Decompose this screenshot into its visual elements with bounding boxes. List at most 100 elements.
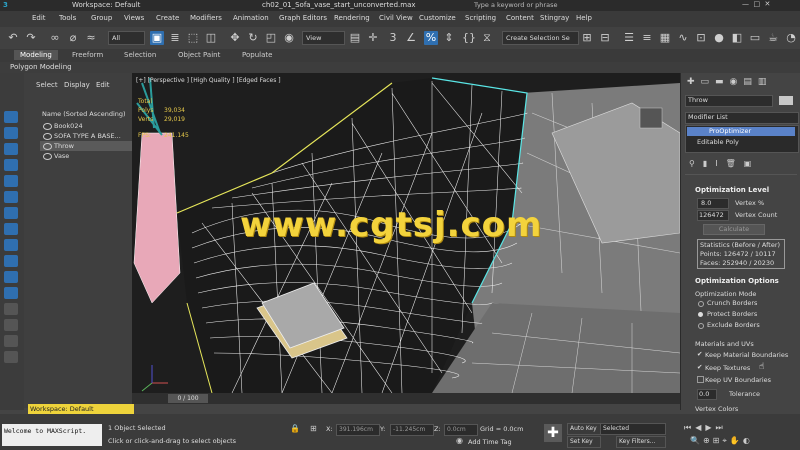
tab-modeling[interactable]: Modeling [14, 50, 58, 60]
strip-scene-icon[interactable] [4, 335, 18, 347]
layer-explorer-icon[interactable]: ≡ [640, 31, 654, 45]
menu-views[interactable]: Views [124, 14, 144, 22]
scene-item-vase[interactable]: Vase [40, 151, 146, 161]
strip-helpers-icon[interactable] [4, 207, 18, 219]
workspace-selector[interactable]: Workspace: Default [28, 404, 134, 414]
calculate-button[interactable]: Calculate [703, 224, 765, 235]
sort-header[interactable]: Name (Sorted Ascending) [42, 110, 126, 118]
scale-icon[interactable]: ◰ [264, 31, 278, 45]
tab-selection[interactable]: Selection [124, 51, 156, 59]
select-by-name-icon[interactable]: ≣ [168, 31, 182, 45]
add-time-tag-icon[interactable]: ◉ [456, 436, 463, 445]
tab-populate[interactable]: Populate [242, 51, 272, 59]
strip-extra-icon[interactable] [4, 351, 18, 363]
polygon-modeling-label[interactable]: Polygon Modeling [10, 63, 72, 71]
strip-xrefs-icon[interactable] [4, 271, 18, 283]
time-slider[interactable]: 0 / 100 [168, 394, 208, 403]
unlink-icon[interactable]: ⌀ [66, 31, 80, 45]
tab-freeform[interactable]: Freeform [72, 51, 103, 59]
menu-content[interactable]: Content [506, 14, 534, 22]
strip-bones-icon[interactable] [4, 239, 18, 251]
menu-rendering[interactable]: Rendering [334, 14, 370, 22]
menu-help[interactable]: Help [576, 14, 592, 22]
link-icon[interactable]: ∞ [48, 31, 62, 45]
search-field[interactable]: Type a keyword or phrase [474, 1, 564, 9]
vertex-colors-label[interactable]: Vertex Colors [695, 405, 738, 413]
strip-groups-icon[interactable] [4, 255, 18, 267]
menu-group[interactable]: Group [91, 14, 112, 22]
material-editor-icon[interactable]: ● [712, 31, 726, 45]
strip-cameras-icon[interactable] [4, 191, 18, 203]
menu-tools[interactable]: Tools [59, 14, 76, 22]
perspective-viewport[interactable]: [+] [Perspective ] [High Quality ] [Edge… [132, 73, 680, 393]
reference-coord-dropdown[interactable]: View [302, 31, 345, 45]
menu-modifiers[interactable]: Modifiers [190, 14, 222, 22]
keep-textures-checkbox[interactable]: ✔ [697, 363, 702, 371]
ribbon-toggle-icon[interactable]: ▦ [658, 31, 672, 45]
auto-key-button[interactable]: Auto Key [567, 423, 601, 435]
strip-spacewarps-icon[interactable] [4, 223, 18, 235]
mirror-tool-icon[interactable]: ⊞ [580, 31, 594, 45]
window-controls[interactable]: — □ ✕ [742, 0, 770, 8]
z-coord-field[interactable]: 0.0cm [444, 424, 478, 436]
strip-select-icon[interactable] [4, 111, 18, 123]
named-selection-sets-dropdown[interactable]: Create Selection Se [502, 31, 579, 45]
select-object-icon[interactable]: ▣ [150, 31, 164, 45]
menu-animation[interactable]: Animation [233, 14, 269, 22]
x-coord-field[interactable]: 391.196cm [336, 424, 380, 436]
scene-explorer-toggle-icon[interactable]: ☰ [622, 31, 636, 45]
y-coord-field[interactable]: -11.245cm [390, 424, 434, 436]
scene-tab-select[interactable]: Select [36, 81, 58, 89]
undo-icon[interactable]: ↶ [6, 31, 20, 45]
move-icon[interactable]: ✥ [228, 31, 242, 45]
edit-named-selection-icon[interactable]: {} [462, 31, 476, 45]
strip-geometry-icon[interactable] [4, 143, 18, 155]
window-crossing-icon[interactable]: ◫ [204, 31, 218, 45]
snap-3d-icon[interactable]: 3 [386, 31, 400, 45]
placement-icon[interactable]: ◉ [282, 31, 296, 45]
panel-tabs[interactable]: ✚▭▬◉▤▥ [687, 77, 772, 87]
render-icon[interactable]: ☕ [766, 31, 780, 45]
visibility-eye-icon[interactable] [43, 143, 52, 150]
redo-icon[interactable]: ↷ [24, 31, 38, 45]
stack-editable-poly-label[interactable]: Editable Poly [697, 138, 739, 146]
viewport-label[interactable]: [+] [Perspective ] [High Quality ] [Edge… [136, 77, 281, 84]
percent-snap-icon[interactable]: % [424, 31, 438, 45]
menu-create[interactable]: Create [156, 14, 179, 22]
viewport-nav-controls[interactable]: 🔍⊕⊞⌖✋◐ [690, 436, 753, 446]
strip-layer-icon[interactable] [4, 319, 18, 331]
selection-filter-dropdown[interactable]: All [108, 31, 145, 45]
set-key-button[interactable]: Set Key [567, 436, 601, 448]
exclude-borders-radio[interactable] [698, 323, 704, 329]
scene-tab-display[interactable]: Display [64, 81, 90, 89]
keep-material-boundaries-checkbox[interactable]: ✔ [697, 350, 702, 358]
spinner-snap-icon[interactable]: ⇕ [442, 31, 456, 45]
maxscript-listener[interactable]: Welcome to MAXScript. [2, 424, 102, 446]
mirror-icon[interactable]: ⧖ [480, 31, 494, 45]
menu-stingray[interactable]: Stingray [540, 14, 569, 22]
playback-controls[interactable]: ⏮◀▶⏭ [684, 423, 727, 433]
menu-customize[interactable]: Customize [419, 14, 456, 22]
scene-item-book024[interactable]: Book024 [40, 121, 146, 131]
object-color-swatch[interactable] [779, 96, 793, 105]
schematic-view-icon[interactable]: ⊡ [694, 31, 708, 45]
align-icon[interactable]: ⊟ [598, 31, 612, 45]
app-logo-icon[interactable]: 3 [3, 1, 17, 10]
workspace-title[interactable]: Workspace: Default [72, 1, 140, 9]
strip-display-icon[interactable] [4, 127, 18, 139]
rendered-frame-icon[interactable]: ▭ [748, 31, 762, 45]
key-selected-dropdown[interactable]: Selected [600, 423, 666, 435]
protect-borders-radio[interactable] [698, 312, 703, 317]
render-cloud-icon[interactable]: ◔ [784, 31, 798, 45]
strip-lights-icon[interactable] [4, 175, 18, 187]
menu-graph-editors[interactable]: Graph Editors [279, 14, 327, 22]
angle-snap-icon[interactable]: ∠ [404, 31, 418, 45]
keep-uv-boundaries-checkbox[interactable] [697, 376, 704, 383]
set-key-icon[interactable]: ✚ [544, 424, 562, 442]
optimization-options-header[interactable]: Optimization Options [695, 277, 779, 285]
curve-editor-icon[interactable]: ∿ [676, 31, 690, 45]
strip-shapes-icon[interactable] [4, 159, 18, 171]
add-time-tag[interactable]: Add Time Tag [468, 438, 512, 446]
bind-space-warp-icon[interactable]: ≈ [84, 31, 98, 45]
strip-frozen-icon[interactable] [4, 303, 18, 315]
